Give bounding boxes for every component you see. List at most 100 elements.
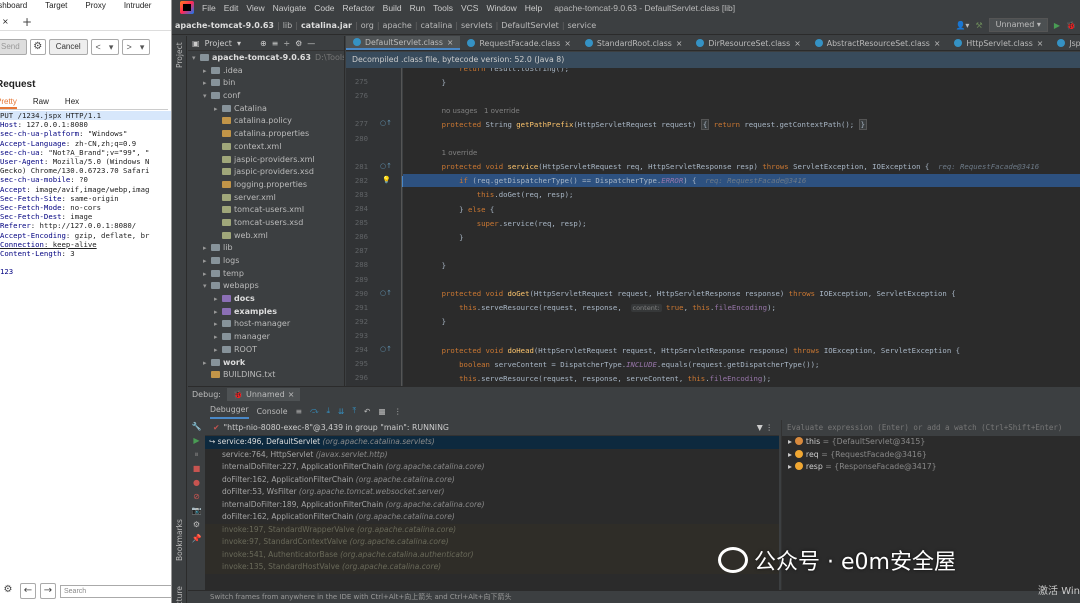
breadcrumb-item[interactable]: lib: [280, 21, 296, 30]
expand-arrow-icon[interactable]: ▸: [214, 103, 222, 116]
debug-session-tab[interactable]: 🐞 Unnamed ×: [227, 387, 301, 401]
stack-frame[interactable]: service:764, HttpServlet (javax.servlet.…: [205, 449, 779, 462]
editor-gutter[interactable]: 275 276 277 ○↑ 280 281 ○↑ 282 💡 283 284 285 286 287 28…: [346, 68, 405, 386]
close-icon[interactable]: ×: [676, 36, 683, 50]
breadcrumb-item[interactable]: catalina: [418, 21, 456, 30]
expand-arrow-icon[interactable]: ▸: [788, 437, 792, 446]
tree-node[interactable]: logging.properties: [188, 179, 344, 192]
stack-frame[interactable]: invoke:197, StandardWrapperValve (org.ap…: [205, 523, 779, 536]
editor-tab[interactable]: HttpServlet.class ×: [947, 36, 1050, 50]
intention-bulb-icon[interactable]: 💡: [382, 176, 391, 184]
tree-node[interactable]: web.xml: [188, 230, 344, 243]
breadcrumb-item[interactable]: apache: [380, 21, 415, 30]
prev-button[interactable]: <: [92, 40, 105, 54]
run-config-dropdown[interactable]: Unnamed ▾: [988, 18, 1048, 32]
tree-node[interactable]: ▸ examples: [188, 306, 344, 319]
burp-new-tab-icon[interactable]: +: [22, 15, 32, 29]
breadcrumb-item[interactable]: org: [358, 21, 377, 30]
send-button[interactable]: Send: [0, 39, 27, 55]
menu-view[interactable]: View: [242, 3, 268, 13]
expand-arrow-icon[interactable]: ▸: [788, 462, 792, 471]
tree-node[interactable]: ▸ .idea: [188, 65, 344, 78]
tree-node[interactable]: server.xml: [188, 192, 344, 205]
tree-node[interactable]: ▾ conf: [188, 90, 344, 103]
variable-row[interactable]: ▸ req = {RequestFacade@3416}: [782, 449, 1080, 462]
editor-tab[interactable]: RequestFacade.class ×: [460, 36, 577, 50]
expand-arrow-icon[interactable]: ▸: [203, 242, 211, 255]
close-icon[interactable]: ×: [1037, 36, 1044, 50]
expand-arrow-icon[interactable]: ▸: [214, 318, 222, 331]
stop-icon[interactable]: ■: [188, 462, 205, 476]
tree-node[interactable]: ▸ lib: [188, 242, 344, 255]
evaluate-icon[interactable]: ▦: [378, 407, 385, 416]
expand-arrow-icon[interactable]: ▸: [214, 306, 222, 319]
expand-arrow-icon[interactable]: ▾: [203, 90, 211, 103]
view-breakpoints-icon[interactable]: ●: [188, 476, 205, 490]
menu-vcs[interactable]: VCS: [457, 3, 482, 13]
filter-icon[interactable]: ▼ ⋮: [757, 423, 773, 432]
forward-arrow-icon[interactable]: →: [40, 583, 56, 599]
breadcrumb-item[interactable]: service: [565, 21, 600, 30]
thread-selector[interactable]: ✔ "http-nio-8080-exec-8"@3,439 in group …: [205, 420, 779, 436]
expand-arrow-icon[interactable]: ▾: [203, 280, 211, 293]
more-icon[interactable]: ⋮: [394, 407, 402, 416]
tree-node[interactable]: catalina.properties: [188, 128, 344, 141]
menu-build[interactable]: Build: [379, 3, 406, 13]
tree-node[interactable]: tomcat-users.xml: [188, 204, 344, 217]
editor-tab[interactable]: DirResourceSet.class ×: [689, 36, 807, 50]
code-editor[interactable]: return result.toString(); } no usages 1 …: [403, 68, 1080, 386]
expand-arrow-icon[interactable]: ▸: [214, 331, 222, 344]
override-marker-icon[interactable]: ○↑: [380, 162, 392, 170]
step-back-icon[interactable]: ↶: [364, 407, 371, 416]
menu-help[interactable]: Help: [521, 3, 546, 13]
expand-arrow-icon[interactable]: ▸: [788, 450, 792, 459]
cancel-button[interactable]: Cancel: [48, 39, 88, 55]
request-editor[interactable]: PUT /1234.jspx HTTP/1.1 Host: 127.0.0.1:8…: [0, 111, 171, 277]
expand-arrow-icon[interactable]: ▸: [214, 293, 222, 306]
burp-menu-target[interactable]: Target: [36, 0, 76, 14]
expand-arrow-icon[interactable]: ▸: [214, 344, 222, 357]
editor-tab[interactable]: DefaultServlet.class ×: [346, 36, 461, 50]
burp-menu-intruder[interactable]: Intruder: [115, 0, 161, 14]
stack-frame[interactable]: invoke:97, StandardContextValve (org.apa…: [205, 536, 779, 549]
settings-icon[interactable]: ⚙: [0, 583, 16, 599]
bookmarks-tool-button[interactable]: Bookmarks: [175, 519, 184, 561]
menu-run[interactable]: Run: [406, 3, 430, 13]
gear-icon[interactable]: ⚙: [295, 39, 302, 48]
variable-row[interactable]: ▸ resp = {ResponseFacade@3417}: [782, 461, 1080, 474]
tree-node[interactable]: context.xml: [188, 141, 344, 154]
restore-layout-icon[interactable]: ≡: [296, 407, 303, 416]
burp-tab-close-icon[interactable]: ×: [2, 17, 9, 26]
stack-frame[interactable]: internalDoFilter:227, ApplicationFilterC…: [205, 461, 779, 474]
project-view-label[interactable]: Project: [205, 39, 232, 48]
stack-frame[interactable]: internalDoFilter:189, ApplicationFilterC…: [205, 499, 779, 512]
tree-node[interactable]: ▸ bin: [188, 77, 344, 90]
editor-tab[interactable]: AbstractResourceSet.class ×: [808, 36, 948, 50]
tab-console[interactable]: Console: [257, 407, 288, 416]
expand-arrow-icon[interactable]: ▸: [203, 357, 211, 370]
search-input[interactable]: Search: [60, 584, 171, 598]
stack-frame[interactable]: ↪ service:496, DefaultServlet (org.apach…: [205, 436, 779, 449]
editor-tab[interactable]: StandardRoot.class ×: [578, 36, 690, 50]
close-icon[interactable]: ×: [447, 36, 454, 50]
tree-node[interactable]: catalina.policy: [188, 115, 344, 128]
settings-icon[interactable]: ⚙: [188, 518, 205, 532]
expand-arrow-icon[interactable]: ▸: [203, 255, 211, 268]
hammer-icon[interactable]: ⚒: [975, 21, 982, 30]
step-out-icon[interactable]: ⤒: [352, 406, 355, 416]
step-over-icon[interactable]: ⤼: [310, 406, 318, 416]
tab-raw[interactable]: Raw: [33, 96, 49, 109]
stack-frame[interactable]: doFilter:53, WsFilter (org.apache.tomcat…: [205, 486, 779, 499]
expand-arrow-icon[interactable]: ▸: [203, 77, 211, 90]
structure-tool-button[interactable]: Structure: [175, 586, 184, 603]
wrench-icon[interactable]: 🔧: [188, 420, 205, 434]
prev-dropdown[interactable]: ▾: [105, 40, 118, 54]
breadcrumb-item[interactable]: apache-tomcat-9.0.63: [172, 21, 277, 30]
evaluate-expression-input[interactable]: Evaluate expression (Enter) or add a wat…: [782, 420, 1080, 436]
expand-arrow-icon[interactable]: ▾: [192, 52, 200, 65]
tree-node[interactable]: ▾ webapps: [188, 280, 344, 293]
menu-file[interactable]: File: [198, 3, 220, 13]
next-dropdown[interactable]: ▾: [136, 40, 149, 54]
expand-arrow-icon[interactable]: ▸: [203, 268, 211, 281]
step-into-icon[interactable]: ⤓: [326, 406, 329, 416]
